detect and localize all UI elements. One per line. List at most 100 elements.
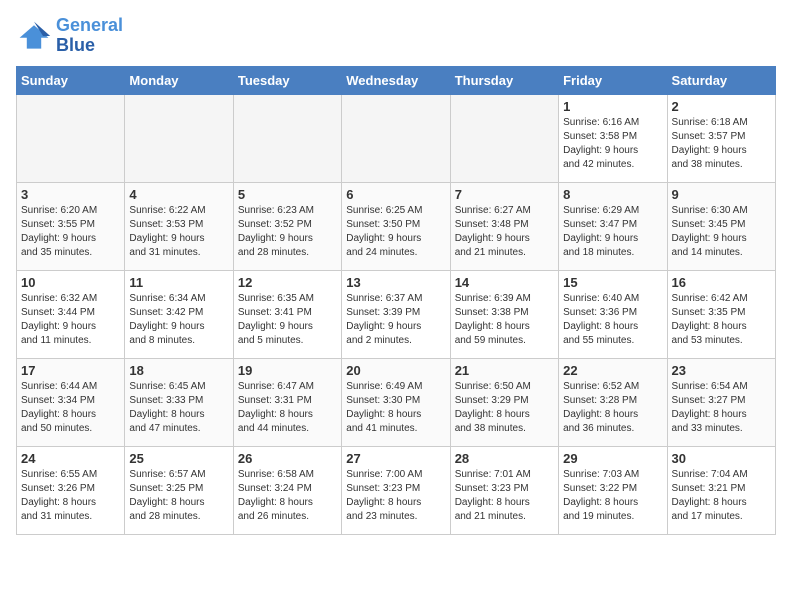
calendar-cell: 23Sunrise: 6:54 AM Sunset: 3:27 PM Dayli…	[667, 358, 775, 446]
day-info: Sunrise: 6:23 AM Sunset: 3:52 PM Dayligh…	[238, 204, 337, 260]
calendar-cell	[125, 94, 233, 182]
day-number: 7	[455, 187, 554, 202]
calendar-cell: 24Sunrise: 6:55 AM Sunset: 3:26 PM Dayli…	[17, 446, 125, 534]
day-number: 26	[238, 451, 337, 466]
day-number: 10	[21, 275, 120, 290]
day-info: Sunrise: 6:44 AM Sunset: 3:34 PM Dayligh…	[21, 380, 120, 436]
day-info: Sunrise: 6:45 AM Sunset: 3:33 PM Dayligh…	[129, 380, 228, 436]
day-number: 13	[346, 275, 445, 290]
calendar-cell: 26Sunrise: 6:58 AM Sunset: 3:24 PM Dayli…	[233, 446, 341, 534]
calendar-cell: 7 Sunrise: 6:27 AM Sunset: 3:48 PM Daylig…	[450, 182, 558, 270]
logo-icon	[16, 18, 52, 54]
day-number: 15	[563, 275, 662, 290]
calendar-week-2: 3 Sunrise: 6:20 AM Sunset: 3:55 PM Daylig…	[17, 182, 776, 270]
day-info: Sunrise: 6:35 AM Sunset: 3:41 PM Dayligh…	[238, 292, 337, 348]
day-info: Sunrise: 6:37 AM Sunset: 3:39 PM Dayligh…	[346, 292, 445, 348]
day-header-wednesday: Wednesday	[342, 66, 450, 94]
day-info: Sunrise: 7:01 AM Sunset: 3:23 PM Dayligh…	[455, 468, 554, 524]
day-header-tuesday: Tuesday	[233, 66, 341, 94]
calendar-cell: 14Sunrise: 6:39 AM Sunset: 3:38 PM Dayli…	[450, 270, 558, 358]
day-info: Sunrise: 6:25 AM Sunset: 3:50 PM Dayligh…	[346, 204, 445, 260]
calendar-cell: 9Sunrise: 6:30 AM Sunset: 3:45 PM Daylig…	[667, 182, 775, 270]
calendar-cell: 15 Sunrise: 6:40 AM Sunset: 3:36 PM Dayli…	[559, 270, 667, 358]
day-number: 5	[238, 187, 337, 202]
day-info: Sunrise: 6:34 AM Sunset: 3:42 PM Dayligh…	[129, 292, 228, 348]
day-info: Sunrise: 6:54 AM Sunset: 3:27 PM Dayligh…	[672, 380, 771, 436]
calendar-cell: 29Sunrise: 7:03 AM Sunset: 3:22 PM Dayli…	[559, 446, 667, 534]
day-number: 6	[346, 187, 445, 202]
calendar-cell: 16 Sunrise: 6:42 AM Sunset: 3:35 PM Dayli…	[667, 270, 775, 358]
calendar-cell: 25 Sunrise: 6:57 AM Sunset: 3:25 PM Dayli…	[125, 446, 233, 534]
calendar-cell	[17, 94, 125, 182]
calendar-cell: 3 Sunrise: 6:20 AM Sunset: 3:55 PM Daylig…	[17, 182, 125, 270]
day-header-friday: Friday	[559, 66, 667, 94]
day-number: 4	[129, 187, 228, 202]
day-header-monday: Monday	[125, 66, 233, 94]
calendar-cell: 1Sunrise: 6:16 AM Sunset: 3:58 PM Daylig…	[559, 94, 667, 182]
calendar-cell: 5 Sunrise: 6:23 AM Sunset: 3:52 PM Daylig…	[233, 182, 341, 270]
day-number: 8	[563, 187, 662, 202]
calendar-cell: 4 Sunrise: 6:22 AM Sunset: 3:53 PM Daylig…	[125, 182, 233, 270]
day-info: Sunrise: 7:00 AM Sunset: 3:23 PM Dayligh…	[346, 468, 445, 524]
day-info: Sunrise: 6:40 AM Sunset: 3:36 PM Dayligh…	[563, 292, 662, 348]
calendar-week-4: 17 Sunrise: 6:44 AM Sunset: 3:34 PM Dayli…	[17, 358, 776, 446]
calendar-cell: 28Sunrise: 7:01 AM Sunset: 3:23 PM Dayli…	[450, 446, 558, 534]
calendar-cell: 27 Sunrise: 7:00 AM Sunset: 3:23 PM Dayli…	[342, 446, 450, 534]
calendar-week-3: 10 Sunrise: 6:32 AM Sunset: 3:44 PM Dayli…	[17, 270, 776, 358]
day-info: Sunrise: 6:22 AM Sunset: 3:53 PM Dayligh…	[129, 204, 228, 260]
day-info: Sunrise: 6:42 AM Sunset: 3:35 PM Dayligh…	[672, 292, 771, 348]
day-info: Sunrise: 6:49 AM Sunset: 3:30 PM Dayligh…	[346, 380, 445, 436]
calendar-header-row: SundayMondayTuesdayWednesdayThursdayFrid…	[17, 66, 776, 94]
day-number: 3	[21, 187, 120, 202]
day-info: Sunrise: 6:57 AM Sunset: 3:25 PM Dayligh…	[129, 468, 228, 524]
calendar-table: SundayMondayTuesdayWednesdayThursdayFrid…	[16, 66, 776, 535]
calendar-cell: 6 Sunrise: 6:25 AM Sunset: 3:50 PM Daylig…	[342, 182, 450, 270]
calendar-cell: 8 Sunrise: 6:29 AM Sunset: 3:47 PM Daylig…	[559, 182, 667, 270]
calendar-cell: 19 Sunrise: 6:47 AM Sunset: 3:31 PM Dayli…	[233, 358, 341, 446]
day-info: Sunrise: 7:03 AM Sunset: 3:22 PM Dayligh…	[563, 468, 662, 524]
page-header: General Blue	[16, 16, 776, 56]
day-number: 17	[21, 363, 120, 378]
day-info: Sunrise: 6:47 AM Sunset: 3:31 PM Dayligh…	[238, 380, 337, 436]
day-number: 16	[672, 275, 771, 290]
day-number: 21	[455, 363, 554, 378]
day-info: Sunrise: 7:04 AM Sunset: 3:21 PM Dayligh…	[672, 468, 771, 524]
calendar-cell: 17 Sunrise: 6:44 AM Sunset: 3:34 PM Dayli…	[17, 358, 125, 446]
logo-text: General Blue	[56, 16, 123, 56]
calendar-cell	[233, 94, 341, 182]
calendar-cell: 20 Sunrise: 6:49 AM Sunset: 3:30 PM Dayli…	[342, 358, 450, 446]
day-number: 14	[455, 275, 554, 290]
day-number: 18	[129, 363, 228, 378]
calendar-cell: 22 Sunrise: 6:52 AM Sunset: 3:28 PM Dayli…	[559, 358, 667, 446]
calendar-cell: 18 Sunrise: 6:45 AM Sunset: 3:33 PM Dayli…	[125, 358, 233, 446]
calendar-cell: 30 Sunrise: 7:04 AM Sunset: 3:21 PM Dayli…	[667, 446, 775, 534]
day-header-sunday: Sunday	[17, 66, 125, 94]
logo: General Blue	[16, 16, 123, 56]
calendar-cell: 10 Sunrise: 6:32 AM Sunset: 3:44 PM Dayli…	[17, 270, 125, 358]
calendar-cell: 2 Sunrise: 6:18 AM Sunset: 3:57 PM Daylig…	[667, 94, 775, 182]
calendar-cell: 21 Sunrise: 6:50 AM Sunset: 3:29 PM Dayli…	[450, 358, 558, 446]
calendar-cell	[342, 94, 450, 182]
day-header-saturday: Saturday	[667, 66, 775, 94]
day-info: Sunrise: 6:20 AM Sunset: 3:55 PM Dayligh…	[21, 204, 120, 260]
day-info: Sunrise: 6:29 AM Sunset: 3:47 PM Dayligh…	[563, 204, 662, 260]
day-number: 27	[346, 451, 445, 466]
day-info: Sunrise: 6:50 AM Sunset: 3:29 PM Dayligh…	[455, 380, 554, 436]
day-info: Sunrise: 6:27 AM Sunset: 3:48 PM Dayligh…	[455, 204, 554, 260]
day-number: 1	[563, 99, 662, 114]
day-info: Sunrise: 6:55 AM Sunset: 3:26 PM Dayligh…	[21, 468, 120, 524]
day-number: 22	[563, 363, 662, 378]
day-info: Sunrise: 6:32 AM Sunset: 3:44 PM Dayligh…	[21, 292, 120, 348]
day-info: Sunrise: 6:18 AM Sunset: 3:57 PM Dayligh…	[672, 116, 771, 172]
day-number: 25	[129, 451, 228, 466]
day-info: Sunrise: 6:52 AM Sunset: 3:28 PM Dayligh…	[563, 380, 662, 436]
day-number: 11	[129, 275, 228, 290]
calendar-cell: 11 Sunrise: 6:34 AM Sunset: 3:42 PM Dayli…	[125, 270, 233, 358]
calendar-cell: 13 Sunrise: 6:37 AM Sunset: 3:39 PM Dayli…	[342, 270, 450, 358]
day-number: 30	[672, 451, 771, 466]
calendar-cell	[450, 94, 558, 182]
calendar-week-1: 1Sunrise: 6:16 AM Sunset: 3:58 PM Daylig…	[17, 94, 776, 182]
day-number: 20	[346, 363, 445, 378]
day-number: 2	[672, 99, 771, 114]
day-number: 19	[238, 363, 337, 378]
